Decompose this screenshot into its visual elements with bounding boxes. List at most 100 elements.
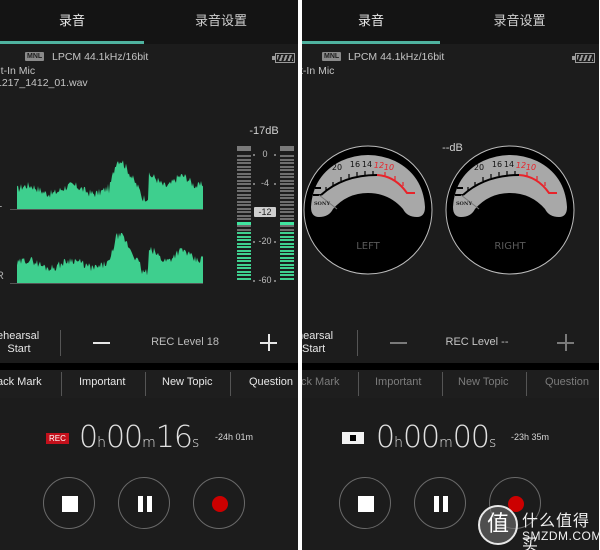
vu-scale-label-red: 12 bbox=[516, 161, 526, 170]
rec-level-controls: ehearsal Start REC Level 18 bbox=[0, 323, 298, 363]
recording-info: MNL LPCM 44.1kHz/16bit ilt-In Mic 1217_1… bbox=[0, 50, 298, 90]
divider bbox=[442, 372, 443, 396]
mark-question-button[interactable]: Question bbox=[249, 376, 293, 388]
tab-record-settings[interactable]: 录音设置 bbox=[144, 0, 298, 44]
level-segment bbox=[280, 183, 294, 185]
level-segment bbox=[237, 183, 251, 185]
level-segment bbox=[280, 172, 294, 175]
record-button[interactable] bbox=[193, 477, 245, 529]
level-segment bbox=[280, 274, 294, 276]
level-segment bbox=[280, 232, 294, 234]
elapsed-time: 0h00m00s bbox=[376, 420, 497, 455]
level-segment bbox=[280, 270, 294, 273]
level-segment bbox=[280, 260, 294, 262]
rec-level-value: REC Level -- bbox=[445, 336, 509, 348]
watermark-logo: 值 bbox=[478, 505, 518, 545]
vu-meter-left: 20 16 14 12 10 SONY LEFT bbox=[303, 145, 433, 275]
battery-icon bbox=[272, 53, 295, 63]
rehearsal-start-button[interactable]: ehearsal Start bbox=[0, 330, 39, 356]
level-segment bbox=[237, 186, 251, 189]
level-segment bbox=[280, 211, 294, 213]
level-segment bbox=[280, 176, 294, 178]
level-segment bbox=[280, 169, 294, 171]
rehearsal-start-button[interactable]: hearsal Start bbox=[302, 330, 337, 356]
active-tab-indicator bbox=[302, 41, 440, 44]
remaining-time: -23h 35m bbox=[511, 432, 550, 442]
mark-question-button[interactable]: Question bbox=[545, 376, 589, 388]
level-segment bbox=[280, 162, 294, 164]
recorder-screen-waveform: 录音 录音设置 MNL LPCM 44.1kHz/16bit ilt-In Mi… bbox=[0, 0, 298, 550]
mark-new-topic-button[interactable]: New Topic bbox=[458, 376, 509, 388]
recording-format: LPCM 44.1kHz/16bit bbox=[348, 51, 445, 63]
divider bbox=[145, 372, 146, 396]
vu-scale-label: 16 bbox=[350, 160, 360, 169]
level-segment bbox=[237, 253, 251, 255]
level-segment bbox=[237, 158, 251, 161]
level-segment bbox=[237, 214, 251, 217]
level-meter: -17dB 0 -4 -12 -20 -60 bbox=[233, 123, 295, 293]
mark-track-mark-button[interactable]: ck Mark bbox=[302, 376, 340, 388]
level-segment-cap bbox=[280, 146, 294, 151]
elapsed-timer: REC 0h00m16s -24h 01m bbox=[0, 420, 298, 460]
mark-track-mark-button[interactable]: ack Mark bbox=[0, 376, 42, 388]
rehearsal-start-label: Start bbox=[7, 343, 31, 355]
mark-new-topic-button[interactable]: New Topic bbox=[162, 376, 213, 388]
rehearsal-start-label: Start bbox=[302, 343, 326, 355]
level-segment bbox=[280, 207, 294, 210]
level-readout: -17dB bbox=[249, 125, 279, 137]
level-segment bbox=[237, 246, 251, 248]
level-segment bbox=[237, 211, 251, 213]
stop-button[interactable] bbox=[43, 477, 95, 529]
pause-button[interactable] bbox=[118, 477, 170, 529]
level-segment bbox=[237, 260, 251, 262]
tab-bar: 录音 录音设置 bbox=[302, 0, 599, 44]
level-segment bbox=[237, 228, 251, 231]
level-segment bbox=[237, 218, 251, 220]
elapsed-timer: 0h00m00s -23h 35m bbox=[302, 420, 599, 460]
level-scale-label: -12 bbox=[254, 207, 276, 217]
level-segment bbox=[280, 214, 294, 217]
waveform-shape bbox=[17, 160, 203, 209]
level-scale-dot bbox=[253, 280, 255, 282]
level-segment bbox=[237, 162, 251, 164]
mark-important-button[interactable]: Important bbox=[375, 376, 421, 388]
vu-channel-label: LEFT bbox=[356, 241, 380, 252]
level-scale-dot bbox=[274, 241, 276, 243]
tab-record-settings[interactable]: 录音设置 bbox=[440, 0, 599, 44]
level-segment bbox=[280, 193, 294, 196]
divider bbox=[526, 372, 527, 396]
level-segment bbox=[280, 246, 294, 248]
section-separator bbox=[302, 363, 599, 370]
waveform-display: L R bbox=[0, 120, 215, 295]
stop-button[interactable] bbox=[339, 477, 391, 529]
manual-mode-badge: MNL bbox=[25, 52, 45, 61]
level-scale-dot bbox=[274, 154, 276, 156]
waveform-left-channel bbox=[17, 160, 203, 209]
pause-button[interactable] bbox=[414, 477, 466, 529]
file-name: 1217_1412_01.wav bbox=[0, 77, 88, 89]
channel-label-left: L bbox=[0, 198, 2, 210]
rec-status-badge: REC bbox=[46, 433, 69, 444]
level-segment bbox=[280, 239, 294, 241]
divider bbox=[60, 330, 61, 356]
mark-important-button[interactable]: Important bbox=[79, 376, 125, 388]
stopped-icon bbox=[342, 432, 364, 444]
vu-meter-right: 20 16 14 12 10 SONY RIGHT bbox=[445, 145, 575, 275]
divider bbox=[230, 372, 231, 396]
plus-icon[interactable] bbox=[557, 334, 574, 351]
minus-icon[interactable] bbox=[93, 342, 110, 344]
rec-level-controls: hearsal Start REC Level -- bbox=[302, 323, 599, 363]
level-segment bbox=[280, 267, 294, 269]
vu-scale-label: 20 bbox=[474, 163, 484, 172]
recording-info: MNL LPCM 44.1kHz/16bit t-In Mic bbox=[302, 50, 599, 90]
level-scale-dot bbox=[253, 183, 255, 185]
watermark: 值 什么值得买 SMZDM.COM bbox=[476, 505, 600, 550]
level-segment bbox=[237, 256, 251, 259]
tab-record[interactable]: 录音 bbox=[302, 0, 440, 44]
level-segment bbox=[280, 277, 294, 280]
recording-format: LPCM 44.1kHz/16bit bbox=[52, 51, 149, 63]
plus-icon[interactable] bbox=[260, 334, 277, 351]
tab-record[interactable]: 录音 bbox=[0, 0, 144, 44]
vu-scale-label-red: 10 bbox=[526, 163, 536, 172]
minus-icon[interactable] bbox=[390, 342, 407, 344]
